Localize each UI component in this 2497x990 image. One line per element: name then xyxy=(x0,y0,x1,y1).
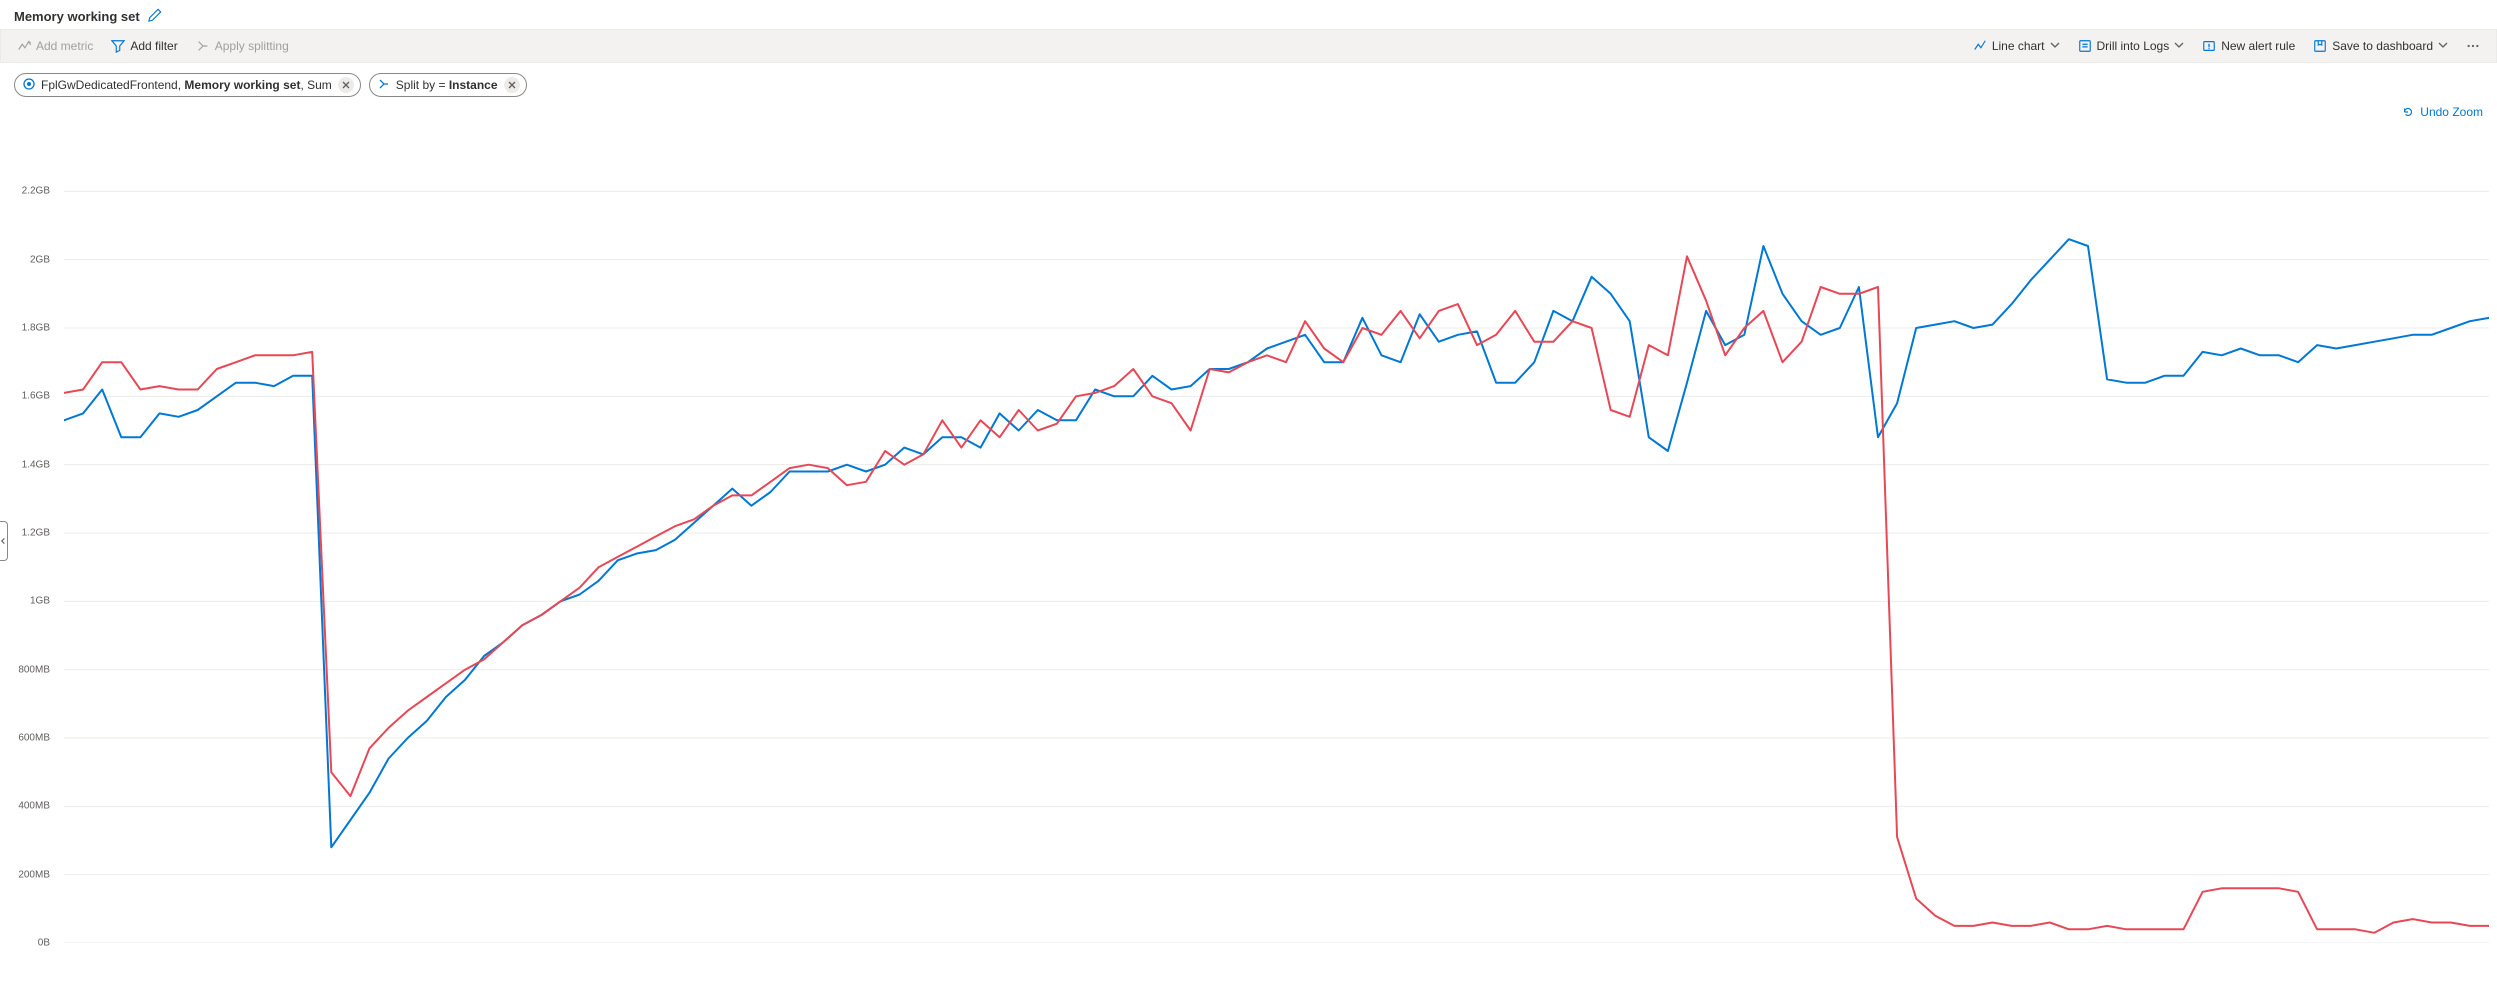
split-icon xyxy=(378,78,390,93)
split-pill-close[interactable] xyxy=(504,77,520,93)
save-dashboard-label: Save to dashboard xyxy=(2332,39,2433,53)
metric-pill-name: Memory working set xyxy=(184,78,300,92)
y-tick-label: 2GB xyxy=(0,254,50,265)
undo-zoom-label: Undo Zoom xyxy=(2420,105,2483,119)
add-metric-button[interactable]: Add metric xyxy=(9,34,101,58)
chevron-down-icon xyxy=(2050,39,2060,53)
metric-pill[interactable]: FplGwDedicatedFrontend, Memory working s… xyxy=(14,73,361,97)
y-tick-label: 2.2GB xyxy=(0,186,50,197)
y-tick-label: 400MB xyxy=(0,801,50,812)
drill-logs-dropdown[interactable]: Drill into Logs xyxy=(2070,34,2193,58)
undo-zoom-button[interactable]: Undo Zoom xyxy=(2401,105,2483,119)
y-tick-label: 600MB xyxy=(0,733,50,744)
y-axis: 0B 200MB 400MB 600MB 800MB 1GB 1.2GB 1.4GB 1.6GB… xyxy=(0,123,56,959)
y-tick-label: 200MB xyxy=(0,869,50,880)
y-tick-label: 1.6GB xyxy=(0,391,50,402)
y-tick-label: 1GB xyxy=(0,596,50,607)
y-tick-label: 1.4GB xyxy=(0,459,50,470)
add-metric-label: Add metric xyxy=(36,39,93,53)
split-pill[interactable]: Split by = Instance xyxy=(369,73,527,97)
chart-toolbar: Add metric Add filter Apply splitting Li… xyxy=(0,29,2497,63)
add-filter-label: Add filter xyxy=(130,39,177,53)
resource-icon xyxy=(23,78,35,93)
split-pill-prefix: Split by = xyxy=(396,78,449,92)
filter-pill-row: FplGwDedicatedFrontend, Memory working s… xyxy=(0,63,2497,101)
line-chart-dropdown[interactable]: Line chart xyxy=(1965,34,2068,58)
y-tick-label: 1.8GB xyxy=(0,323,50,334)
new-alert-label: New alert rule xyxy=(2221,39,2295,53)
apply-splitting-button[interactable]: Apply splitting xyxy=(188,34,297,58)
y-tick-label: 1.2GB xyxy=(0,528,50,539)
metric-pill-agg: Sum xyxy=(307,78,332,92)
y-tick-label: 800MB xyxy=(0,664,50,675)
line-chart-label: Line chart xyxy=(1992,39,2045,53)
new-alert-button[interactable]: New alert rule xyxy=(2194,34,2303,58)
series-instance-0 xyxy=(64,239,2489,847)
line-chart-plot xyxy=(64,123,2489,943)
metric-pill-resource: FplGwDedicatedFrontend xyxy=(41,78,178,92)
add-filter-button[interactable]: Add filter xyxy=(103,34,185,58)
y-tick-label: 0B xyxy=(0,938,50,949)
edit-title-icon[interactable] xyxy=(148,8,162,25)
chevron-down-icon xyxy=(2174,39,2184,53)
chevron-down-icon xyxy=(2438,39,2448,53)
metric-pill-close[interactable] xyxy=(338,77,354,93)
apply-splitting-label: Apply splitting xyxy=(215,39,289,53)
drill-logs-label: Drill into Logs xyxy=(2097,39,2170,53)
split-pill-value: Instance xyxy=(449,78,498,92)
save-dashboard-dropdown[interactable]: Save to dashboard xyxy=(2305,34,2456,58)
chart-title: Memory working set xyxy=(14,9,140,24)
series-instance-1 xyxy=(64,256,2489,933)
more-button[interactable] xyxy=(2458,34,2488,58)
